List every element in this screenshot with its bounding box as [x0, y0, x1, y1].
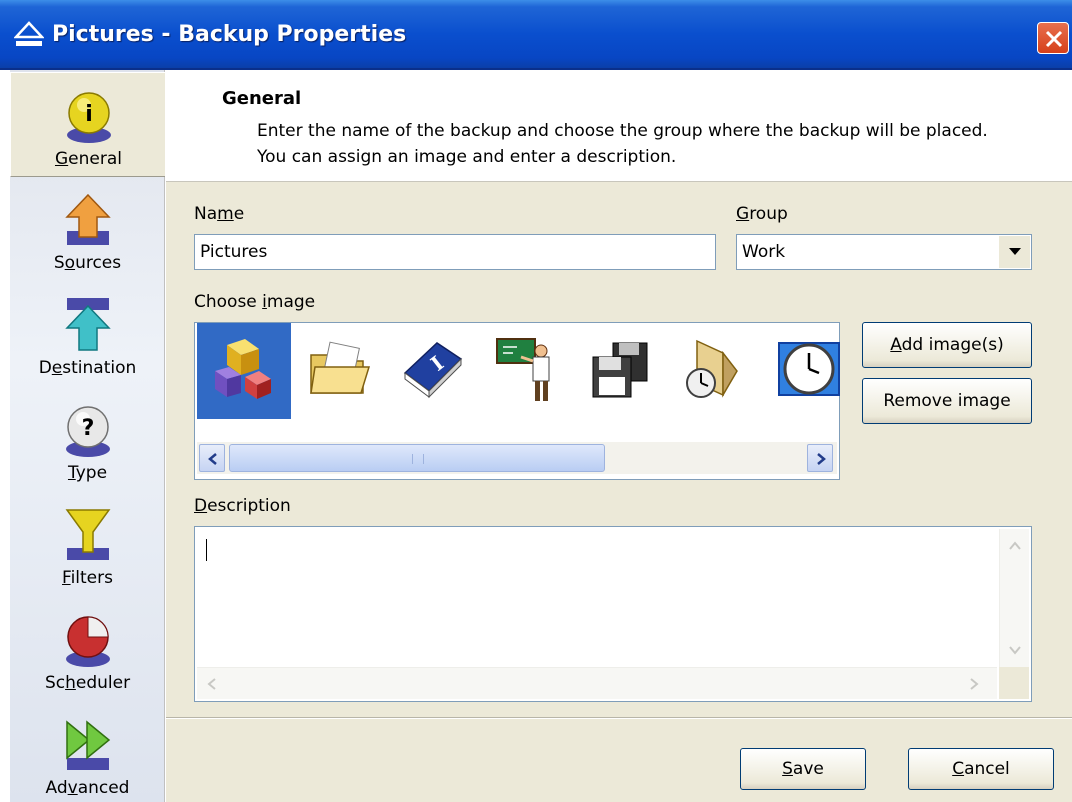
image-option-folder-clock[interactable]: [669, 323, 763, 419]
name-input[interactable]: Pictures: [194, 234, 716, 270]
description-label: Description: [194, 496, 291, 516]
scrollbar-corner: [999, 667, 1029, 699]
group-selected-value: Work: [742, 242, 786, 262]
image-option-floppies[interactable]: [575, 323, 669, 419]
sidebar-item-label: Advanced: [45, 778, 130, 798]
dropdown-arrow-icon: [1009, 248, 1021, 255]
floppy-disks-icon: [592, 342, 648, 398]
name-label: Name: [194, 204, 245, 224]
sidebar-item-label: Scheduler: [44, 673, 131, 693]
grip-icon: [412, 454, 424, 464]
filter-funnel-icon: [65, 509, 111, 560]
image-option-book[interactable]: I: [387, 323, 481, 419]
chevron-right-icon: [817, 453, 826, 465]
open-folder-icon: [310, 341, 371, 394]
sidebar-item-filters[interactable]: Filters: [10, 492, 165, 597]
upload-arrow-icon: [65, 193, 111, 245]
sidebar-item-general[interactable]: i General: [10, 72, 165, 177]
remove-image-label: Remove image: [883, 391, 1011, 411]
sidebar-item-label: Filters: [62, 568, 113, 588]
save-button[interactable]: Save: [740, 748, 866, 790]
image-picker[interactable]: I: [194, 322, 840, 480]
book-icon: I: [403, 342, 463, 399]
destination-arrow-icon: [65, 298, 111, 351]
description-horizontal-scrollbar[interactable]: [197, 667, 997, 699]
group-select[interactable]: Work: [736, 234, 1032, 270]
close-button[interactable]: [1037, 22, 1069, 54]
group-label: Group: [736, 204, 788, 224]
group-dropdown-button[interactable]: [998, 236, 1030, 268]
eject-backup-icon: [14, 21, 44, 46]
scroll-right-button[interactable]: [807, 444, 833, 472]
add-images-button[interactable]: Add image(s): [862, 322, 1032, 368]
clock-icon: [778, 342, 840, 396]
chevron-down-icon: [1009, 646, 1021, 655]
remove-image-button[interactable]: Remove image: [862, 378, 1032, 424]
title-bar[interactable]: Pictures - Backup Properties: [0, 0, 1072, 70]
sidebar-item-advanced[interactable]: Advanced: [10, 702, 165, 802]
question-icon: ?: [66, 406, 110, 457]
close-icon: [1045, 30, 1063, 48]
cancel-button[interactable]: Cancel: [908, 748, 1054, 790]
image-option-teacher[interactable]: [481, 323, 575, 419]
footer-divider: [166, 717, 1072, 719]
choose-image-label: Choose image: [194, 292, 316, 312]
image-scrollbar[interactable]: [197, 442, 837, 474]
cancel-label: Cancel: [952, 759, 1010, 779]
fast-forward-icon: [66, 720, 111, 770]
scheduled-folder-icon: [686, 339, 738, 398]
sidebar-item-destination[interactable]: Destination: [10, 282, 165, 387]
general-form: Name Pictures Group Work Choose image I …: [166, 182, 1072, 802]
description-textarea[interactable]: [194, 526, 1032, 702]
description-vertical-scrollbar[interactable]: [999, 529, 1029, 667]
image-option-blocks[interactable]: [197, 323, 291, 419]
pie-clock-icon: [66, 616, 110, 667]
sidebar-nav: i General Sources Destination ? Type Fil…: [10, 70, 165, 802]
text-caret: [206, 539, 207, 561]
blocks-icon: [215, 339, 271, 399]
chevron-up-icon: [1009, 541, 1021, 550]
chevron-left-icon: [208, 453, 217, 465]
page-description: Enter the name of the backup and choose …: [257, 121, 988, 167]
image-option-clock[interactable]: [763, 323, 857, 419]
chevron-right-icon: [970, 678, 979, 690]
scroll-left-button[interactable]: [199, 444, 225, 472]
window-title: Pictures - Backup Properties: [52, 22, 407, 47]
info-icon: i: [67, 92, 111, 143]
add-images-label: Add image(s): [890, 335, 1004, 355]
svg-text:?: ?: [82, 416, 95, 441]
chevron-left-icon: [207, 678, 216, 690]
sidebar-item-label: General: [54, 149, 122, 169]
sidebar-item-label: Type: [67, 463, 108, 483]
teacher-board-icon: [496, 338, 550, 401]
sidebar-item-label: Sources: [53, 253, 122, 273]
svg-text:i: i: [85, 102, 93, 127]
save-label: Save: [782, 759, 824, 779]
page-title: General: [222, 88, 302, 109]
sidebar-item-sources[interactable]: Sources: [10, 177, 165, 282]
sidebar-item-scheduler[interactable]: Scheduler: [10, 597, 165, 702]
sidebar-item-label: Destination: [38, 358, 137, 378]
scroll-thumb[interactable]: [229, 444, 605, 472]
image-option-folder[interactable]: [293, 323, 387, 419]
sidebar-item-type[interactable]: ? Type: [10, 387, 165, 492]
page-header: General Enter the name of the backup and…: [166, 70, 1072, 182]
